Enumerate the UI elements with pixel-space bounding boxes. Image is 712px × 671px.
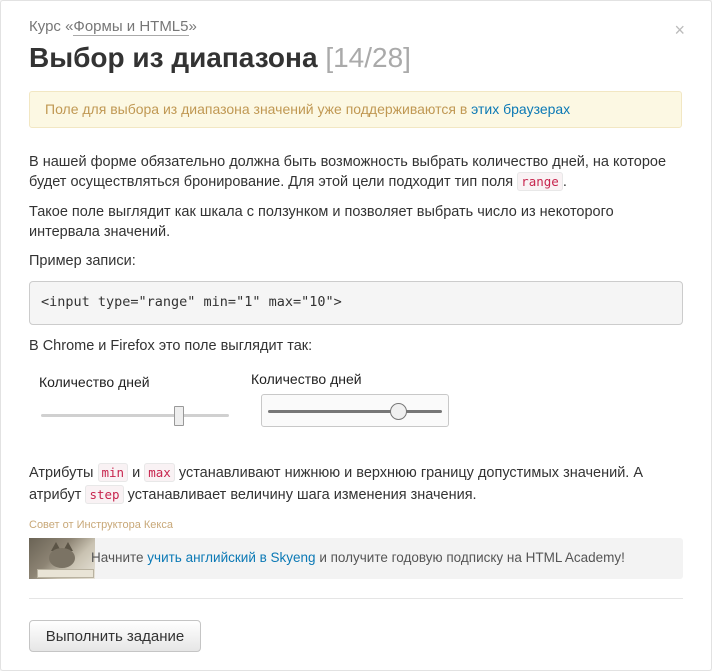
code-step: step	[85, 485, 124, 504]
divider	[29, 598, 683, 599]
paragraph-description: Такое поле выглядит как шкала с ползунко…	[29, 204, 614, 240]
p5-text-a: Атрибуты	[29, 465, 98, 481]
chrome-slider-thumb	[174, 406, 184, 426]
paragraph-browsers: В Chrome и Firefox это поле выглядит так…	[29, 338, 313, 354]
task-panel: Курс «Формы и HTML5» × Выбор из диапазон…	[0, 0, 712, 671]
close-icon[interactable]: ×	[674, 21, 685, 39]
firefox-demo-label: Количество дней	[251, 371, 362, 387]
support-notice: Поле для выбора из диапазона значений уж…	[29, 91, 682, 128]
paragraph-attributes: Атрибуты min и max устанавливают нижнюю …	[29, 462, 684, 506]
firefox-slider-track	[268, 410, 442, 413]
course-suffix: »	[188, 18, 197, 35]
browsers-link[interactable]: этих браузерах	[471, 101, 570, 117]
cat-avatar-icon	[29, 538, 95, 579]
code-max: max	[144, 463, 175, 482]
tip-text-b: и получите годовую подписку на HTML Acad…	[315, 550, 625, 565]
submit-task-button[interactable]: Выполнить задание	[29, 620, 201, 652]
title-text: Выбор из диапазона	[29, 42, 318, 73]
page-title: Выбор из диапазона [14/28]	[29, 42, 411, 74]
course-prefix: Курс «	[29, 18, 74, 35]
p1-text-a: В нашей форме обязательно должна быть во…	[29, 154, 667, 190]
course-link[interactable]: Формы и HTML5	[73, 18, 189, 36]
firefox-slider-box	[261, 394, 449, 427]
p1-text-b: .	[562, 174, 567, 190]
notice-text: Поле для выбора из диапазона значений уж…	[45, 101, 472, 117]
code-example-block: <input type="range" min="1" max="10">	[29, 281, 683, 325]
p5-text-d: устанавливает величину шага изменения зн…	[123, 487, 477, 503]
tip-text: Начните учить английский в Skyeng и полу…	[91, 550, 625, 565]
chrome-slider-track	[41, 414, 229, 417]
chrome-demo-label: Количество дней	[39, 374, 150, 390]
tip-caption: Совет от Инструктора Кекса	[29, 519, 173, 531]
task-counter: [14/28]	[325, 42, 411, 73]
tip-text-a: Начните	[91, 550, 148, 565]
course-breadcrumb: Курс «Формы и HTML5»	[29, 18, 197, 36]
code-range: range	[517, 172, 563, 191]
skyeng-link[interactable]: учить английский в Skyeng	[147, 550, 315, 565]
p5-text-b: и	[128, 465, 145, 481]
tip-banner: Начните учить английский в Skyeng и полу…	[29, 538, 683, 579]
firefox-slider-thumb	[390, 403, 407, 420]
paragraph-intro: В нашей форме обязательно должна быть во…	[29, 152, 684, 192]
paragraph-example-label: Пример записи:	[29, 253, 136, 269]
code-min: min	[97, 463, 129, 482]
